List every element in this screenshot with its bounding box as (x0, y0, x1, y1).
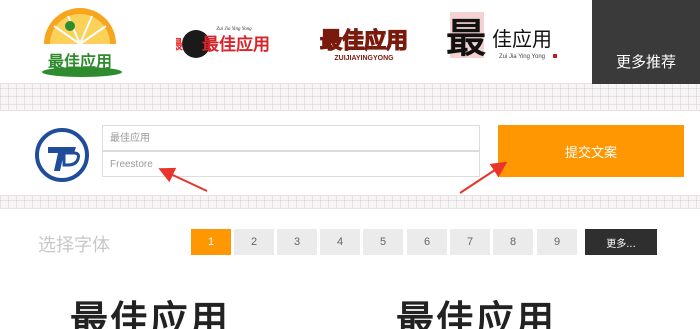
logo-3-sublabel: ZUIJIAYINGYONG (334, 55, 394, 62)
font-preview-1[interactable]: 最佳应用 (70, 289, 230, 329)
page-button-7[interactable]: 7 (450, 229, 490, 255)
font-preview-2[interactable]: 最佳应用 (396, 289, 556, 329)
page-button-6[interactable]: 6 (407, 229, 447, 255)
page-button-8[interactable]: 8 (493, 229, 533, 255)
logo-3-text: 最佳应用 (320, 28, 408, 54)
page-button-5[interactable]: 5 (363, 229, 403, 255)
calligraphy-logo[interactable]: 最 佳应用 Zui Jia Ying Yong (444, 4, 576, 80)
page-button-1[interactable]: 1 (191, 229, 231, 255)
more-recommendations-button[interactable]: 更多推荐 (592, 0, 700, 84)
choose-font-label: 选择字体 (38, 235, 110, 256)
brand-logo-icon (35, 128, 89, 182)
orange-logo[interactable]: 最佳应用 (30, 4, 130, 80)
text-line-1-input[interactable] (102, 125, 480, 151)
input-panel: 提交文案 (0, 110, 700, 196)
text-line-2-input[interactable] (102, 151, 480, 177)
seal-icon (553, 54, 557, 58)
gold-logo[interactable]: 最佳应用 ZUIJIAYINGYONG (312, 4, 416, 80)
brush-logo[interactable]: 最佳应用 最佳应用 Zui Jia Ying Yong (176, 4, 272, 80)
svg-text:最: 最 (446, 15, 486, 62)
page-button-9[interactable]: 9 (537, 229, 577, 255)
submit-copy-button[interactable]: 提交文案 (498, 125, 684, 177)
more-fonts-button[interactable]: 更多... (585, 229, 657, 255)
logo-2-sublabel: Zui Jia Ying Yong (216, 27, 252, 32)
page-button-4[interactable]: 4 (320, 229, 360, 255)
logo-4-text: 佳应用 (492, 27, 552, 51)
logo-2-text: 最佳应用 (202, 34, 270, 55)
logo-4-sublabel: Zui Jia Ying Yong (499, 54, 545, 60)
logo-bar: 最佳应用 最佳应用 最佳应用 Zui Jia Ying Yong 最佳应用 ZU… (0, 0, 700, 84)
font-select-panel: 选择字体 1 2 3 4 5 6 7 8 9 更多... 最佳应用 最佳应用 (0, 208, 700, 329)
page-button-2[interactable]: 2 (234, 229, 274, 255)
logo-1-text: 最佳应用 (48, 52, 112, 71)
page-button-3[interactable]: 3 (277, 229, 317, 255)
